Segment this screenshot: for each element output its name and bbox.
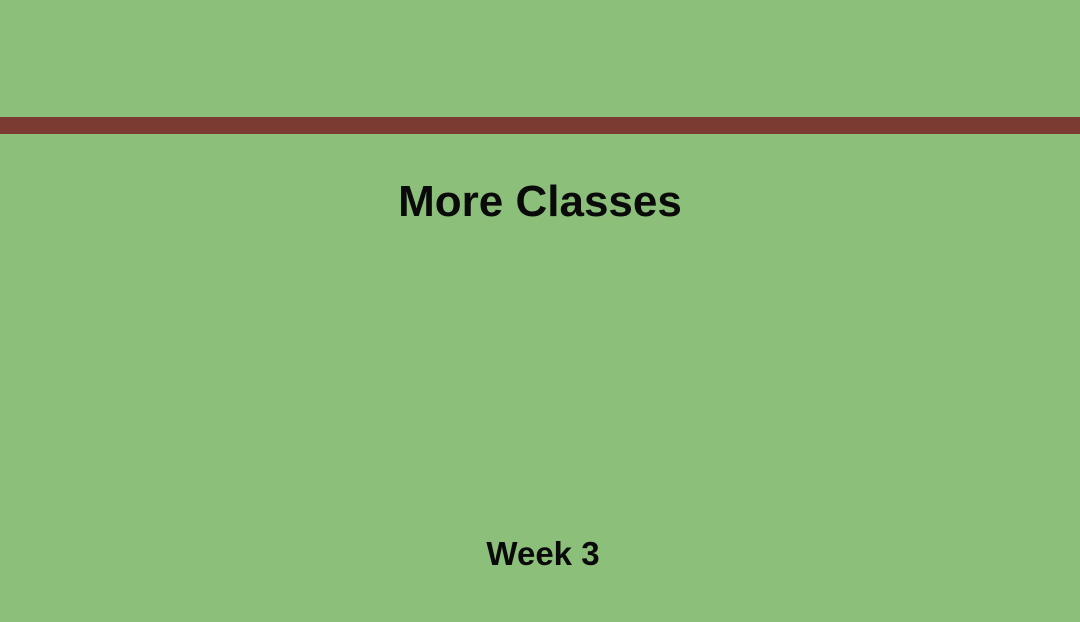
slide-title: More Classes [398,177,682,226]
title-divider-bar [0,117,1080,134]
slide: More Classes Week 3 [0,0,1080,622]
slide-subtitle: Week 3 [486,535,600,572]
